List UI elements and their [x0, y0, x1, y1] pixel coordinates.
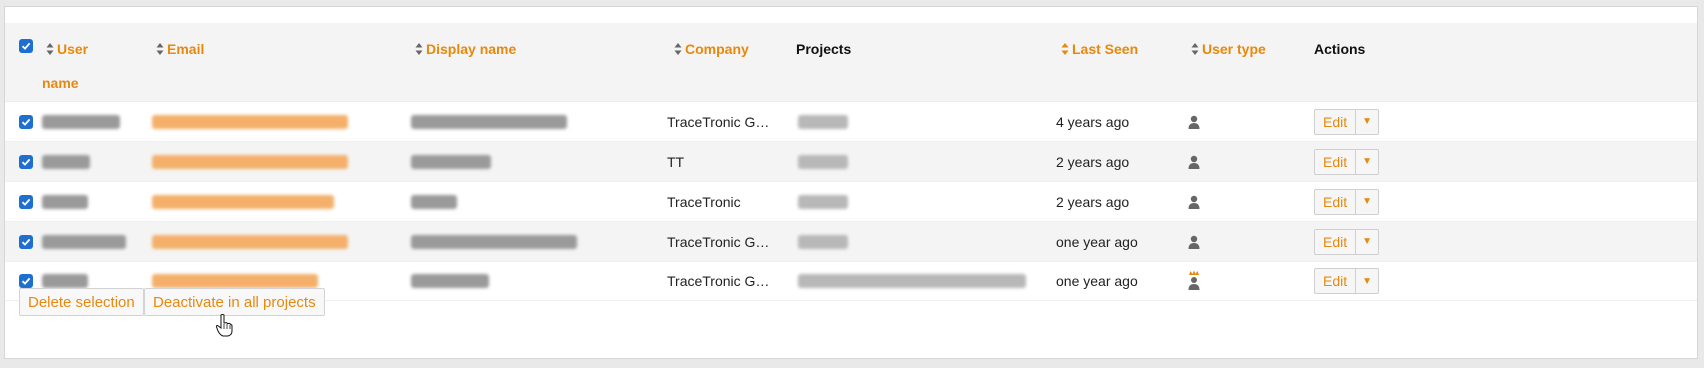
actions-header: Actions [1314, 41, 1365, 57]
table-header: User name Email Display name Company Pro… [5, 23, 1697, 102]
sort-icon [674, 43, 682, 55]
actions-dropdown-button[interactable]: ▼ [1356, 268, 1380, 294]
username-redacted [42, 142, 90, 181]
actions-header-label: Actions [1314, 41, 1366, 57]
row-actions: Edit ▼ [1314, 262, 1380, 300]
display-name-redacted [411, 222, 577, 261]
projects-redacted [798, 262, 1026, 300]
hand-cursor-icon [215, 314, 233, 337]
panel-top-strip [5, 7, 1697, 23]
last-seen-cell: one year ago [1056, 233, 1138, 250]
email-redacted[interactable] [152, 222, 348, 261]
company-cell: TraceTronic [667, 193, 741, 210]
email-redacted[interactable] [152, 102, 348, 141]
sort-display-name-header[interactable]: Display name [414, 41, 516, 57]
last-seen-header-label: Last Seen [1072, 41, 1139, 57]
company-header-label: Company [685, 41, 749, 57]
table-row: TT 2 years ago Edit ▼ [5, 142, 1697, 182]
projects-redacted [798, 102, 848, 141]
username-header-label: User [57, 41, 89, 57]
actions-dropdown-button[interactable]: ▼ [1356, 148, 1380, 175]
username-header-label-2: name [42, 75, 79, 91]
actions-dropdown-button[interactable]: ▼ [1356, 228, 1380, 255]
table-row: TraceTronic G… 4 years ago Edit ▼ [5, 102, 1697, 142]
users-panel: User name Email Display name Company Pro… [4, 6, 1698, 359]
user-icon [1187, 222, 1201, 261]
row-actions: Edit ▼ [1314, 102, 1380, 141]
caret-down-icon: ▼ [1362, 275, 1373, 287]
last-seen-cell: 2 years ago [1056, 193, 1130, 210]
admin-crown-user-icon [1187, 262, 1201, 300]
actions-dropdown-button[interactable]: ▼ [1356, 108, 1380, 135]
sort-email-header[interactable]: Email [155, 41, 204, 57]
row-actions: Edit ▼ [1314, 222, 1380, 261]
edit-button[interactable]: Edit [1314, 228, 1357, 255]
edit-button[interactable]: Edit [1314, 268, 1357, 294]
table-row: TraceTronic G… one year ago Edit ▼ [5, 222, 1697, 262]
sort-user-type-header[interactable]: User type [1190, 41, 1266, 57]
actions-dropdown-button[interactable]: ▼ [1356, 188, 1380, 215]
company-cell: TraceTronic G… [667, 273, 770, 289]
last-seen-cell: one year ago [1056, 273, 1138, 289]
last-seen-cell: 4 years ago [1056, 113, 1130, 130]
caret-down-icon: ▼ [1362, 116, 1373, 127]
row-checkbox[interactable] [19, 102, 33, 141]
sort-icon [1191, 43, 1199, 55]
last-seen-cell: 2 years ago [1056, 153, 1130, 170]
sort-icon [156, 43, 164, 55]
row-actions: Edit ▼ [1314, 182, 1380, 221]
row-actions: Edit ▼ [1314, 142, 1380, 181]
username-redacted [42, 102, 120, 141]
projects-redacted [798, 182, 848, 221]
users-table: User name Email Display name Company Pro… [5, 23, 1697, 301]
user-icon [1187, 182, 1201, 221]
user-type-header-label: User type [1202, 41, 1266, 57]
projects-header: Projects [796, 41, 851, 57]
projects-redacted [798, 142, 848, 181]
username-redacted [42, 222, 126, 261]
sort-icon [46, 43, 54, 55]
display-name-header-label: Display name [426, 41, 517, 57]
email-redacted[interactable] [152, 182, 334, 221]
company-cell: TT [667, 153, 685, 170]
edit-button[interactable]: Edit [1314, 108, 1357, 135]
display-name-redacted [411, 182, 457, 221]
delete-selection-button[interactable]: Delete selection [19, 288, 144, 316]
projects-redacted [798, 222, 848, 261]
table-row: TraceTronic 2 years ago Edit ▼ [5, 182, 1697, 222]
company-cell: TraceTronic G… [667, 113, 770, 130]
sort-icon [1061, 43, 1069, 55]
deactivate-all-projects-button[interactable]: Deactivate in all projects [144, 288, 325, 316]
row-checkbox[interactable] [19, 222, 33, 261]
projects-header-label: Projects [796, 41, 852, 57]
edit-button[interactable]: Edit [1314, 188, 1357, 215]
caret-down-icon: ▼ [1362, 196, 1373, 207]
user-icon [1187, 142, 1201, 181]
display-name-redacted [411, 262, 489, 300]
sort-last-seen-header[interactable]: Last Seen [1060, 41, 1138, 57]
email-redacted[interactable] [152, 142, 348, 181]
username-redacted [42, 182, 88, 221]
display-name-redacted [411, 102, 567, 141]
select-all-checkbox[interactable] [19, 39, 33, 53]
sort-username-header[interactable]: User [45, 41, 88, 57]
caret-down-icon: ▼ [1362, 156, 1373, 167]
row-checkbox[interactable] [19, 182, 33, 221]
display-name-redacted [411, 142, 491, 181]
caret-down-icon: ▼ [1362, 236, 1373, 247]
sort-company-header[interactable]: Company [673, 41, 749, 57]
sort-icon [415, 43, 423, 55]
row-checkbox[interactable] [19, 142, 33, 181]
email-header-label: Email [167, 41, 205, 57]
user-icon [1187, 102, 1201, 141]
edit-button[interactable]: Edit [1314, 148, 1357, 175]
company-cell: TraceTronic G… [667, 233, 770, 250]
